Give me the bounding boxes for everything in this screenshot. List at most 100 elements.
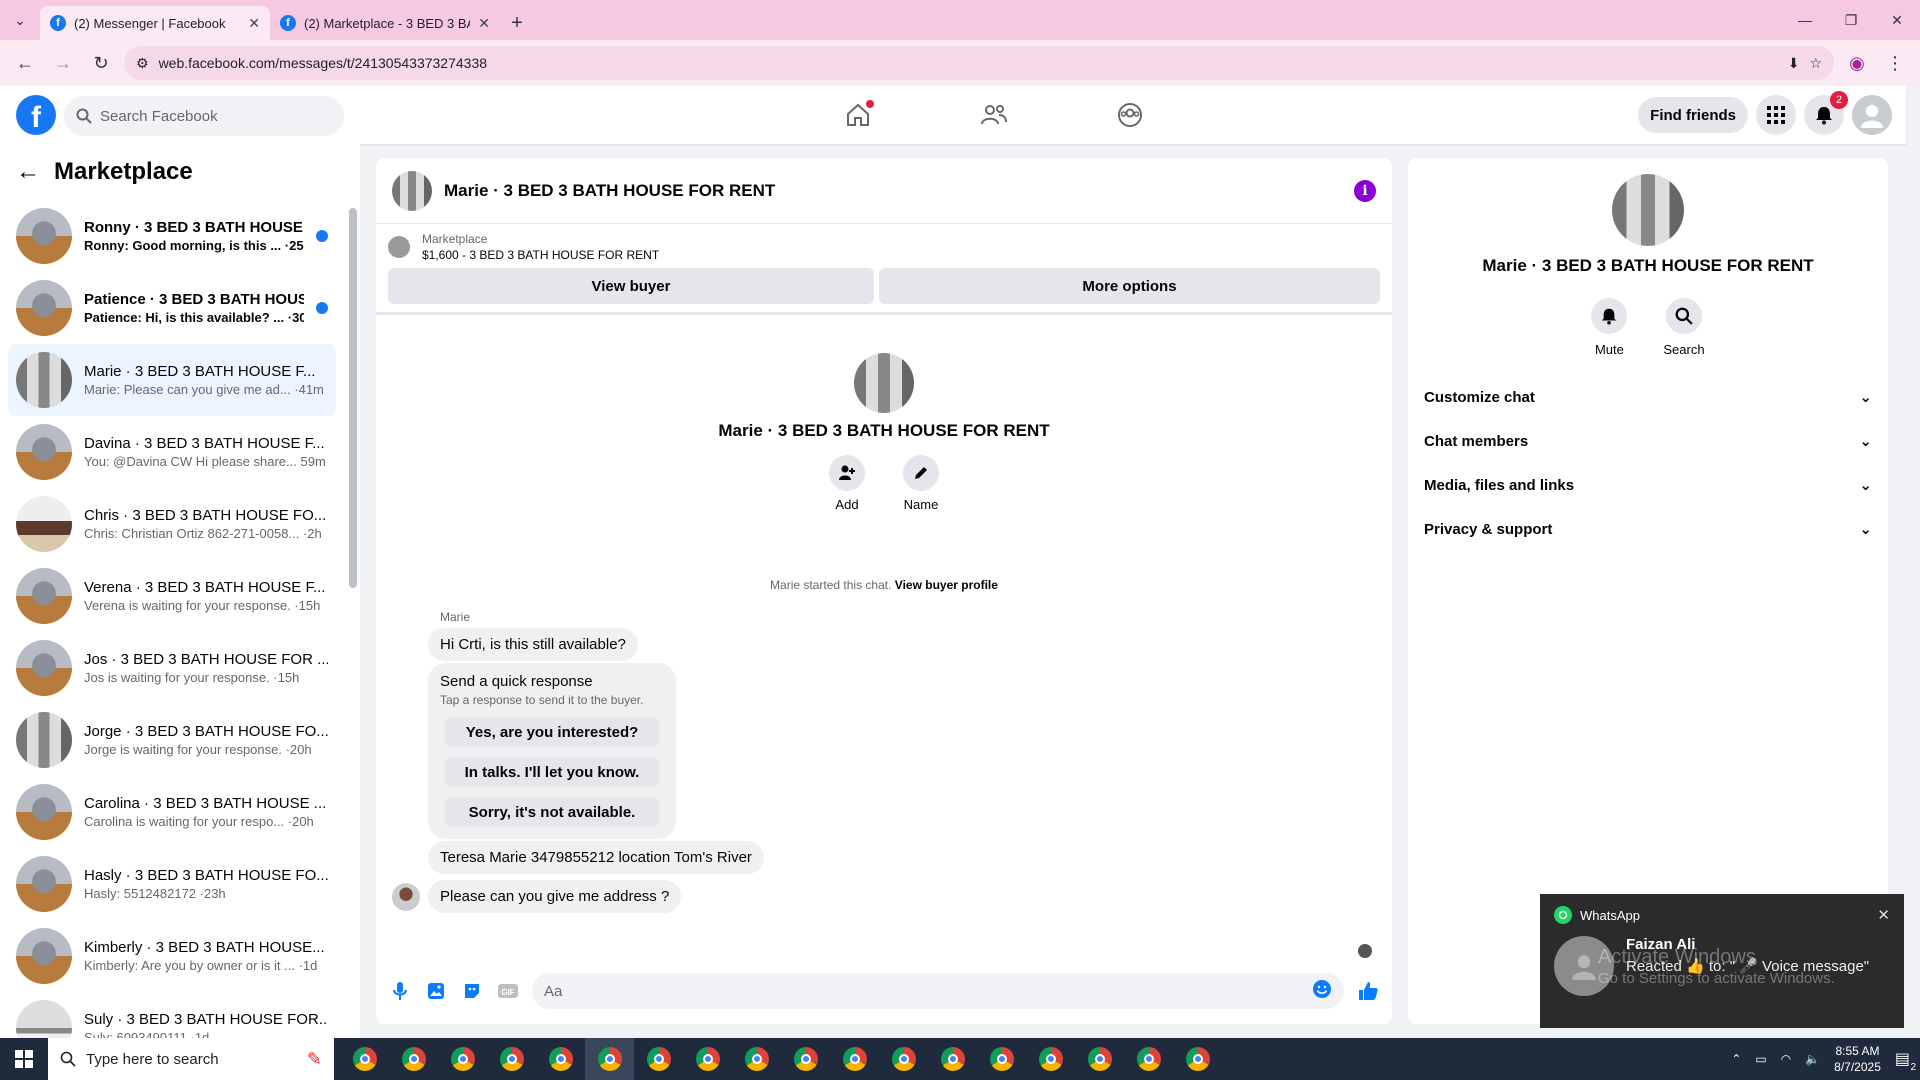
conversation-item[interactable]: Davina · 3 BED 3 BATH HOUSE F... You: @Da… bbox=[8, 416, 336, 488]
info-icon[interactable]: i bbox=[1354, 179, 1376, 202]
profile-avatar[interactable] bbox=[854, 353, 914, 413]
find-friends-button[interactable]: Find friends bbox=[1638, 97, 1748, 133]
message-bubble[interactable]: Please can you give me address ? bbox=[428, 880, 682, 913]
browser-menu-icon[interactable]: ⋮ bbox=[1880, 48, 1910, 78]
details-avatar[interactable] bbox=[1612, 174, 1684, 246]
search-in-chat-button[interactable]: Search bbox=[1663, 298, 1705, 357]
facebook-logo-icon[interactable]: f bbox=[16, 95, 56, 135]
media-files-links-section[interactable]: Media, files and links ⌄ bbox=[1416, 463, 1880, 507]
sticker-icon[interactable] bbox=[460, 979, 484, 1003]
message-input[interactable]: Aa bbox=[532, 973, 1344, 1009]
quick-response-option[interactable]: Sorry, it's not available. bbox=[445, 797, 659, 827]
profile-icon[interactable]: ◉ bbox=[1842, 48, 1872, 78]
back-arrow-icon[interactable]: ← bbox=[16, 158, 40, 186]
gif-icon[interactable]: GIF bbox=[496, 979, 520, 1003]
chrome-taskbar-app-active[interactable] bbox=[585, 1038, 634, 1080]
conversation-item[interactable]: Carolina · 3 BED 3 BATH HOUSE ... Carolin… bbox=[8, 776, 336, 848]
chat-members-section[interactable]: Chat members ⌄ bbox=[1416, 419, 1880, 463]
action-center-icon[interactable]: ▤ 2 bbox=[1895, 1049, 1916, 1073]
photo-icon[interactable] bbox=[424, 979, 448, 1003]
notifications-button[interactable]: 2 bbox=[1804, 91, 1848, 135]
add-people-button[interactable]: Add bbox=[829, 455, 865, 512]
chrome-taskbar-app[interactable] bbox=[879, 1038, 928, 1080]
close-tab-icon[interactable]: ✕ bbox=[248, 15, 260, 32]
conversation-item-active[interactable]: Marie · 3 BED 3 BATH HOUSE F... Marie: Pl… bbox=[8, 344, 336, 416]
friends-nav-button[interactable] bbox=[926, 86, 1062, 144]
view-buyer-button[interactable]: View buyer bbox=[388, 268, 874, 304]
conversation-item[interactable]: Patience · 3 BED 3 BATH HOUS... Patience:… bbox=[8, 272, 336, 344]
message-bubble[interactable]: Teresa Marie 3479855212 location Tom's R… bbox=[428, 841, 764, 874]
close-notification-icon[interactable]: ✕ bbox=[1877, 906, 1890, 924]
chrome-taskbar-app[interactable] bbox=[536, 1038, 585, 1080]
chrome-taskbar-app[interactable] bbox=[487, 1038, 536, 1080]
back-button[interactable]: ← bbox=[10, 48, 40, 78]
facebook-search-input[interactable]: Search Facebook bbox=[64, 96, 344, 136]
taskbar-search-input[interactable]: Type here to search ✎ bbox=[48, 1038, 334, 1080]
chrome-taskbar-app[interactable] bbox=[634, 1038, 683, 1080]
site-info-icon[interactable]: ⚙ bbox=[136, 55, 149, 72]
whatsapp-notification[interactable]: WhatsApp ✕ Faizan Ali Reacted 👍 to: " 🎤 … bbox=[1540, 894, 1904, 1028]
chrome-taskbar-app[interactable] bbox=[1026, 1038, 1075, 1080]
url-bar[interactable]: ⚙ web.facebook.com/messages/t/2413054337… bbox=[124, 46, 1834, 80]
chrome-taskbar-app[interactable] bbox=[683, 1038, 732, 1080]
tab-marketplace[interactable]: f (2) Marketplace - 3 BED 3 BATH ✕ bbox=[270, 6, 500, 40]
forward-button[interactable]: → bbox=[48, 48, 78, 78]
chrome-taskbar-app[interactable] bbox=[1124, 1038, 1173, 1080]
install-app-icon[interactable]: ⬇ bbox=[1788, 55, 1800, 72]
quick-response-option[interactable]: Yes, are you interested? bbox=[445, 717, 659, 747]
chrome-taskbar-app[interactable] bbox=[977, 1038, 1026, 1080]
taskbar-clock[interactable]: 8:55 AM 8/7/2025 bbox=[1834, 1043, 1881, 1075]
chat-avatar[interactable] bbox=[392, 170, 432, 211]
reload-button[interactable]: ↻ bbox=[86, 48, 116, 78]
sender-avatar[interactable] bbox=[392, 882, 420, 911]
listing-price[interactable]: $1,600 - 3 BED 3 BATH HOUSE FOR RENT bbox=[422, 248, 659, 262]
conversation-item[interactable]: Chris · 3 BED 3 BATH HOUSE FO... Chris: C… bbox=[8, 488, 336, 560]
menu-button[interactable] bbox=[1756, 95, 1796, 135]
quick-response-option[interactable]: In talks. I'll let you know. bbox=[445, 757, 659, 787]
groups-nav-button[interactable] bbox=[1062, 86, 1198, 144]
mute-button[interactable]: Mute bbox=[1591, 298, 1628, 357]
conversation-item[interactable]: Jos · 3 BED 3 BATH HOUSE FOR ... Jos is w… bbox=[8, 632, 336, 704]
chrome-taskbar-app[interactable] bbox=[340, 1038, 389, 1080]
sidebar-scrollbar[interactable] bbox=[349, 208, 357, 588]
microphone-icon[interactable] bbox=[388, 979, 412, 1003]
chrome-taskbar-app[interactable] bbox=[389, 1038, 438, 1080]
privacy-support-section[interactable]: Privacy & support ⌄ bbox=[1416, 507, 1880, 551]
close-window-icon[interactable]: ✕ bbox=[1874, 0, 1920, 40]
account-avatar[interactable] bbox=[1852, 95, 1892, 135]
tab-search-dropdown[interactable]: ⌄ bbox=[0, 0, 40, 40]
tab-messenger[interactable]: f (2) Messenger | Facebook ✕ bbox=[40, 6, 270, 40]
chrome-taskbar-app[interactable] bbox=[928, 1038, 977, 1080]
chrome-taskbar-app[interactable] bbox=[830, 1038, 879, 1080]
listing-thumbnail[interactable] bbox=[388, 236, 410, 258]
conversation-item[interactable]: Jorge · 3 BED 3 BATH HOUSE FO... Jorge is… bbox=[8, 704, 336, 776]
chrome-taskbar-app[interactable] bbox=[438, 1038, 487, 1080]
thumbs-up-icon[interactable] bbox=[1356, 979, 1380, 1003]
network-icon[interactable]: ◠ bbox=[1781, 1052, 1791, 1066]
restore-icon[interactable]: ❐ bbox=[1828, 0, 1874, 40]
conversation-item[interactable]: Verena · 3 BED 3 BATH HOUSE F... Verena i… bbox=[8, 560, 336, 632]
bookmark-star-icon[interactable]: ☆ bbox=[1809, 55, 1822, 72]
close-tab-icon[interactable]: ✕ bbox=[478, 15, 490, 32]
meet-now-icon[interactable]: ▭ bbox=[1755, 1052, 1766, 1066]
conversation-item[interactable]: Hasly · 3 BED 3 BATH HOUSE FO... Hasly: 5… bbox=[8, 848, 336, 920]
emoji-icon[interactable] bbox=[1312, 979, 1332, 1003]
chrome-taskbar-app[interactable] bbox=[781, 1038, 830, 1080]
chat-title[interactable]: Marie · 3 BED 3 BATH HOUSE FOR RENT bbox=[444, 181, 1342, 201]
minimize-icon[interactable]: — bbox=[1782, 0, 1828, 40]
start-button[interactable] bbox=[0, 1038, 48, 1080]
conversation-item[interactable]: Ronny · 3 BED 3 BATH HOUSE ... Ronny: Goo… bbox=[8, 200, 336, 272]
message-bubble[interactable]: Hi Crti, is this still available? bbox=[428, 628, 638, 661]
view-buyer-profile-link[interactable]: View buyer profile bbox=[895, 578, 998, 592]
home-nav-button[interactable] bbox=[790, 86, 926, 144]
chrome-taskbar-app[interactable] bbox=[1173, 1038, 1222, 1080]
more-options-button[interactable]: More options bbox=[879, 268, 1380, 304]
tray-chevron-icon[interactable]: ⌃ bbox=[1731, 1052, 1741, 1066]
conversation-item[interactable]: Kimberly · 3 BED 3 BATH HOUSE... Kimberly… bbox=[8, 920, 336, 992]
edit-name-button[interactable]: Name bbox=[903, 455, 939, 512]
volume-icon[interactable]: 🔈 bbox=[1805, 1052, 1820, 1066]
customize-chat-section[interactable]: Customize chat ⌄ bbox=[1416, 375, 1880, 419]
chrome-taskbar-app[interactable] bbox=[732, 1038, 781, 1080]
chrome-taskbar-app[interactable] bbox=[1075, 1038, 1124, 1080]
conversation-item[interactable]: Suly · 3 BED 3 BATH HOUSE FOR... Suly: 60… bbox=[8, 992, 336, 1038]
